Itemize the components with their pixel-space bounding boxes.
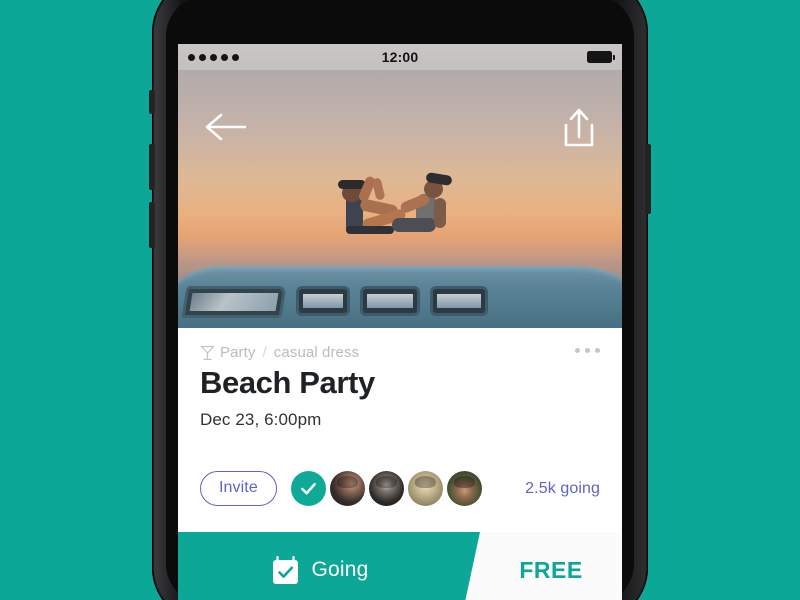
avatar-attendee-3[interactable] — [407, 471, 443, 506]
avatar-going-check[interactable] — [290, 471, 326, 506]
avatar-attendee-2[interactable] — [368, 471, 404, 506]
van-window — [360, 286, 420, 316]
action-bar: Going FREE — [178, 532, 622, 600]
back-button[interactable] — [204, 112, 247, 142]
share-button[interactable] — [562, 106, 596, 148]
arrow-left-icon — [205, 113, 247, 141]
avatar-attendee-1[interactable] — [329, 471, 365, 506]
more-options-button[interactable] — [575, 348, 600, 353]
volume-up-button[interactable] — [149, 144, 155, 190]
status-bar: 12:00 — [178, 44, 622, 70]
attendee-avatars — [290, 471, 486, 506]
mute-switch-button[interactable] — [149, 90, 155, 114]
volume-down-button[interactable] — [149, 202, 155, 248]
battery-full-icon — [587, 51, 615, 63]
going-count-label[interactable]: 2.5k going — [525, 480, 600, 498]
calendar-check-icon — [273, 555, 299, 584]
event-title: Beach Party — [200, 365, 375, 400]
event-hero-image — [178, 70, 622, 328]
breadcrumb-dress-code: casual dress — [273, 344, 360, 361]
phone-device-frame: 12:00 Party / casual dress Beach Party D… — [149, 0, 651, 600]
people-silhouettes — [178, 154, 622, 266]
check-icon — [300, 482, 316, 495]
vw-van — [178, 266, 622, 328]
power-button[interactable] — [645, 144, 651, 214]
avatar-attendee-4[interactable] — [446, 471, 482, 506]
price-label: FREE — [519, 556, 583, 583]
breadcrumb: Party / casual dress — [200, 344, 600, 361]
invite-button[interactable]: Invite — [200, 471, 277, 506]
price-button[interactable]: FREE — [480, 532, 622, 600]
breadcrumb-separator: / — [262, 344, 267, 361]
status-time: 12:00 — [381, 49, 419, 65]
more-horizontal-icon — [575, 348, 580, 353]
event-detail-card: Party / casual dress Beach Party Dec 23,… — [178, 328, 622, 532]
van-windshield — [181, 286, 287, 318]
phone-screen: 12:00 Party / casual dress Beach Party D… — [178, 44, 622, 600]
share-upload-icon — [564, 108, 594, 147]
attendee-row: Invite 2.5k going — [200, 471, 600, 506]
going-label: Going — [311, 558, 369, 581]
breadcrumb-category: Party — [220, 344, 256, 361]
event-date: Dec 23, 6:00pm — [200, 409, 322, 429]
van-window — [296, 286, 350, 316]
going-button[interactable]: Going — [178, 532, 480, 600]
van-window — [430, 286, 488, 316]
martini-glass-icon — [200, 345, 215, 360]
